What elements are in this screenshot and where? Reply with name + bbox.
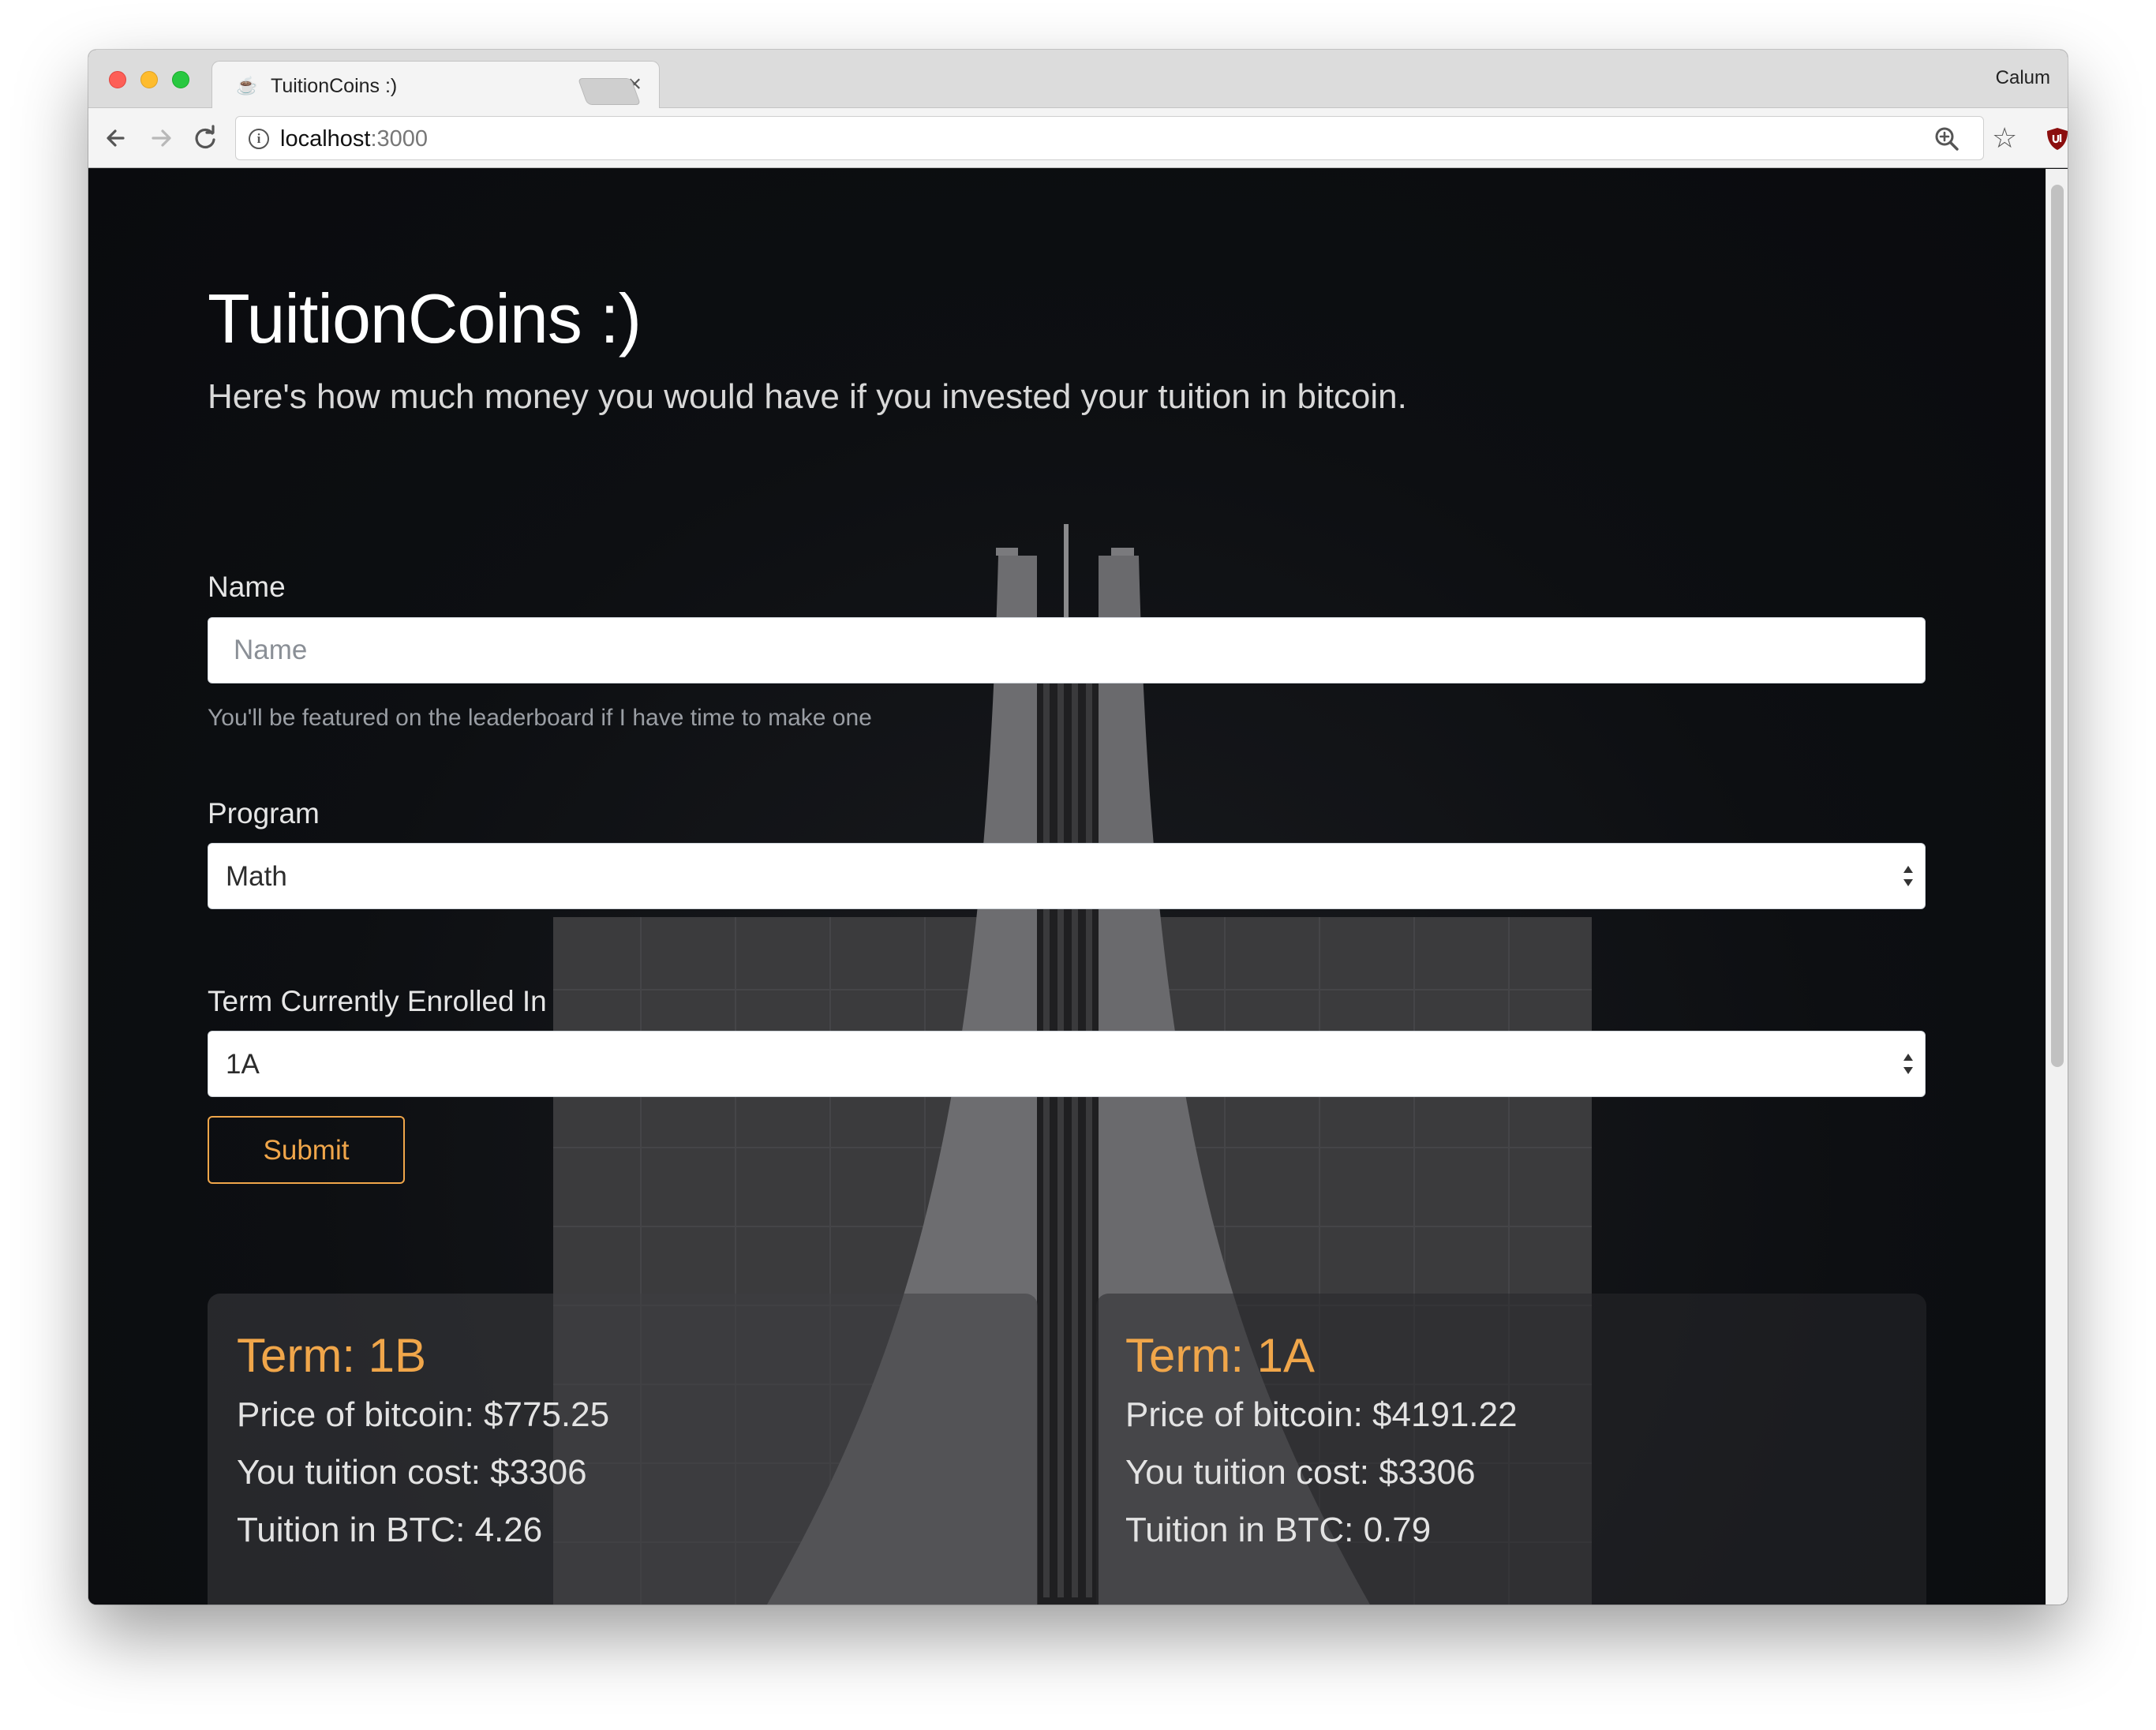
zoom-icon[interactable] [1933,125,1961,153]
select-updown-icon [1903,866,1913,886]
result-card: Term: 1B Price of bitcoin: $775.25 You t… [208,1294,1038,1605]
url-host: localhost [280,126,371,152]
browser-toolbar: i localhost:3000 ☆ [88,108,2068,168]
profile-name[interactable]: Calum [1996,67,2050,89]
result-term: Term: 1A [1125,1329,1316,1382]
main-content: TuitionCoins :) Here's how much money yo… [208,169,1926,1605]
submit-button[interactable]: Submit [208,1116,405,1184]
page-subtitle: Here's how much money you would have if … [208,377,1407,416]
coffee-favicon-icon: ☕ [236,76,258,95]
ublock-shield-icon[interactable] [2046,127,2068,151]
url-text[interactable]: localhost:3000 [280,126,428,152]
result-card: Term: 1A Price of bitcoin: $4191.22 You … [1096,1294,1926,1605]
url-port: :3000 [370,126,429,152]
page-scrollbar[interactable] [2046,169,2068,1605]
term-select-value: 1A [226,1049,260,1080]
page-viewport: TuitionCoins :) Here's how much money yo… [88,169,2068,1605]
name-label: Name [208,571,286,603]
scrollbar-thumb[interactable] [2051,185,2064,1067]
window-close-button[interactable] [109,71,126,88]
browser-titlebar: ☕ TuitionCoins :) × Calum [88,50,2068,110]
name-input[interactable] [208,617,1926,683]
new-tab-button[interactable] [577,78,642,105]
result-tuition-btc: Tuition in BTC: 0.79 [1125,1511,1432,1549]
result-bitcoin-price: Price of bitcoin: $4191.22 [1125,1395,1518,1434]
term-select[interactable]: 1A [208,1031,1926,1097]
term-label: Term Currently Enrolled In [208,985,547,1017]
result-tuition-cost: You tuition cost: $3306 [1125,1453,1476,1492]
result-tuition-btc: Tuition in BTC: 4.26 [237,1511,543,1549]
site-info-icon[interactable]: i [249,129,269,149]
result-term: Term: 1B [237,1329,427,1382]
result-bitcoin-price: Price of bitcoin: $775.25 [237,1395,610,1434]
address-bar[interactable]: i localhost:3000 [235,116,1984,160]
name-help-text: You'll be featured on the leaderboard if… [208,705,872,731]
forward-arrow-icon[interactable] [144,121,178,155]
program-label: Program [208,797,320,829]
reload-icon[interactable] [188,121,223,155]
window-minimize-button[interactable] [140,71,158,88]
tab-title: TuitionCoins :) [271,75,398,97]
bookmark-star-icon[interactable]: ☆ [1992,122,2017,155]
select-updown-icon [1903,1054,1913,1074]
browser-window: ☕ TuitionCoins :) × Calum i localhost:30… [88,50,2068,1605]
result-tuition-cost: You tuition cost: $3306 [237,1453,587,1492]
page-title: TuitionCoins :) [208,279,642,358]
program-select[interactable]: Math [208,843,1926,909]
program-select-value: Math [226,861,287,892]
back-arrow-icon[interactable] [99,121,134,155]
window-maximize-button[interactable] [172,71,189,88]
